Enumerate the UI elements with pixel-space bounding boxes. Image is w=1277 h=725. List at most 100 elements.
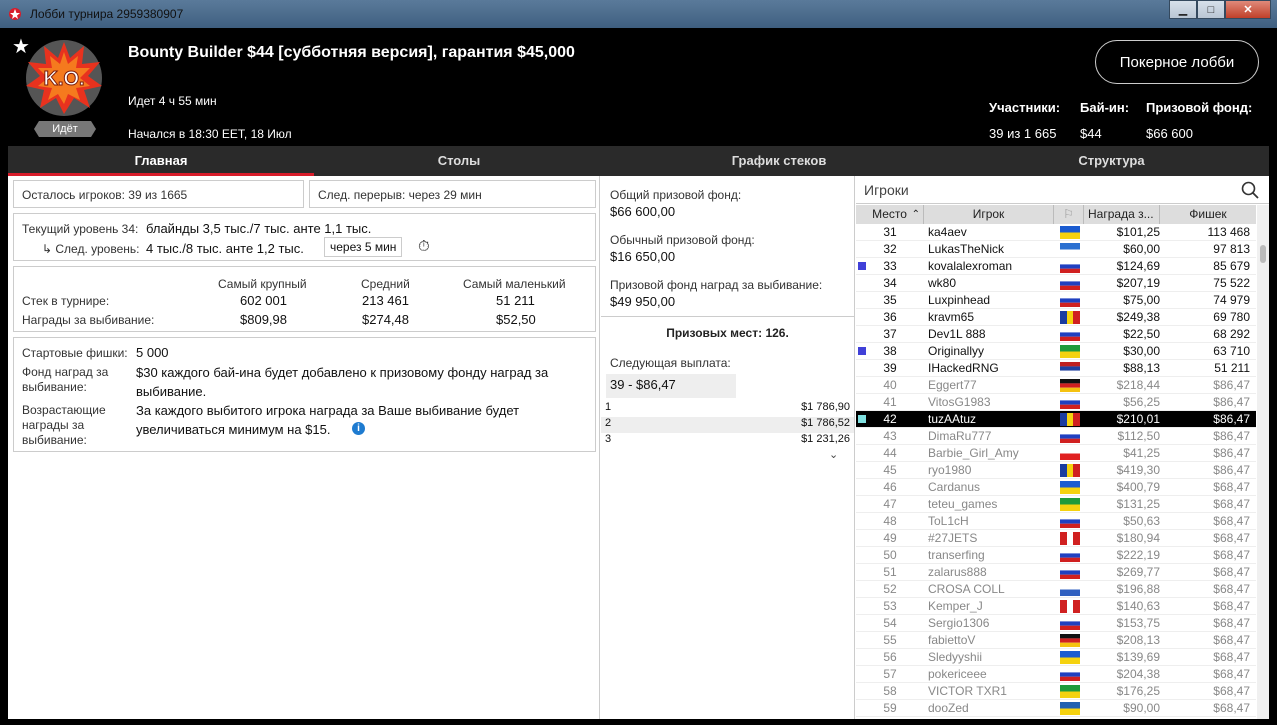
player-flag bbox=[1056, 394, 1086, 410]
player-name: Sergio1306 bbox=[928, 616, 990, 630]
minimize-button[interactable]: ▁ bbox=[1169, 0, 1197, 19]
payout-list: 1 $1 786,90 2 $1 786,52 3 $1 231,26 bbox=[601, 401, 854, 449]
player-chips: 85 679 bbox=[1213, 259, 1250, 273]
player-row[interactable]: 31 ka4aev $101,25 113 468 bbox=[856, 224, 1256, 241]
marker-cell bbox=[856, 292, 866, 308]
player-row[interactable]: 39 IHackedRNG $88,13 51 211 bbox=[856, 360, 1256, 377]
close-button[interactable]: ✕ bbox=[1225, 0, 1271, 19]
flag-column-icon[interactable]: ⚐ bbox=[1054, 205, 1084, 224]
player-bounty: $222,19 bbox=[1116, 548, 1160, 562]
marker-cell bbox=[856, 428, 866, 444]
col-player[interactable]: Игрок bbox=[924, 205, 1054, 224]
player-marker-icon bbox=[858, 262, 866, 270]
flag-gr-icon bbox=[1060, 243, 1080, 256]
player-place: 37 bbox=[883, 327, 897, 341]
player-place: 41 bbox=[883, 395, 897, 409]
payout-row: 2 $1 786,52 bbox=[601, 417, 854, 433]
player-row[interactable]: 41 VitosG1983 $56,25 $86,47 bbox=[856, 394, 1256, 411]
player-row[interactable]: 54 Sergio1306 $153,75 $68,47 bbox=[856, 615, 1256, 632]
player-flag bbox=[1056, 615, 1086, 631]
player-bounty: $124,69 bbox=[1116, 259, 1160, 273]
paid-places: Призовых мест: 126. bbox=[666, 326, 789, 340]
player-row[interactable]: 48 ToL1cH $50,63 $68,47 bbox=[856, 513, 1256, 530]
player-chips: $68,47 bbox=[1213, 616, 1250, 630]
player-name: VICTOR TXR1 bbox=[928, 684, 1007, 698]
player-flag bbox=[1056, 275, 1086, 291]
player-row-selected[interactable]: 42 tuzAAtuz $210,01 $86,47 bbox=[856, 411, 1256, 428]
player-row[interactable]: 46 Cardanus $400,79 $68,47 bbox=[856, 479, 1256, 496]
player-name: VitosG1983 bbox=[928, 395, 991, 409]
stack-largest: 602 001 bbox=[240, 293, 287, 308]
player-chips: 68 292 bbox=[1213, 327, 1250, 341]
player-chips: $68,47 bbox=[1213, 531, 1250, 545]
player-row[interactable]: 40 Eggert77 $218,44 $86,47 bbox=[856, 377, 1256, 394]
flag-ro-icon bbox=[1060, 311, 1080, 324]
marker-cell bbox=[856, 598, 866, 614]
player-flag bbox=[1056, 258, 1086, 274]
progressive-label: Возрастающие награды за выбивание: bbox=[22, 403, 106, 447]
player-row[interactable]: 47 teteu_games $131,25 $68,47 bbox=[856, 496, 1256, 513]
player-flag bbox=[1056, 445, 1086, 461]
player-row[interactable]: 56 Sledyyshii $139,69 $68,47 bbox=[856, 649, 1256, 666]
player-row[interactable]: 33 kovalalexroman $124,69 85 679 bbox=[856, 258, 1256, 275]
player-row[interactable]: 34 wk80 $207,19 75 522 bbox=[856, 275, 1256, 292]
window-title-bar[interactable]: Лобби турнира 2959380907 ▁ □ ✕ bbox=[0, 0, 1277, 28]
player-bounty: $180,94 bbox=[1116, 531, 1160, 545]
tab-tables[interactable]: Столы bbox=[314, 146, 604, 176]
flag-de-icon bbox=[1060, 634, 1080, 647]
player-row[interactable]: 43 DimaRu777 $112,50 $86,47 bbox=[856, 428, 1256, 445]
player-chips: $68,47 bbox=[1213, 548, 1250, 562]
player-chips: $86,47 bbox=[1213, 412, 1250, 426]
player-row[interactable]: 58 VICTOR TXR1 $176,25 $68,47 bbox=[856, 683, 1256, 700]
total-prize-value: $66 600,00 bbox=[610, 204, 676, 219]
player-place: 46 bbox=[883, 480, 897, 494]
chevron-down-icon[interactable]: ⌄ bbox=[829, 448, 838, 461]
player-bounty: $176,25 bbox=[1116, 684, 1160, 698]
marker-cell bbox=[856, 241, 866, 257]
players-scrollbar[interactable] bbox=[1257, 205, 1269, 719]
col-prize[interactable]: Награда з... bbox=[1084, 205, 1160, 224]
tab-main[interactable]: Главная bbox=[8, 146, 314, 176]
player-row[interactable]: 44 Barbie_Girl_Amy $41,25 $86,47 bbox=[856, 445, 1256, 462]
maximize-button[interactable]: □ bbox=[1197, 0, 1225, 19]
player-name: Barbie_Girl_Amy bbox=[928, 446, 1019, 460]
player-row[interactable]: 53 Kemper_J $140,63 $68,47 bbox=[856, 598, 1256, 615]
scrollbar-thumb[interactable] bbox=[1260, 245, 1266, 263]
tab-structure[interactable]: Структура bbox=[954, 146, 1269, 176]
player-row[interactable]: 50 transerfing $222,19 $68,47 bbox=[856, 547, 1256, 564]
player-bounty: $88,13 bbox=[1123, 361, 1160, 375]
player-row[interactable]: 37 Dev1L 888 $22,50 68 292 bbox=[856, 326, 1256, 343]
col-chips[interactable]: Фишек bbox=[1160, 205, 1256, 224]
poker-lobby-button[interactable]: Покерное лобби bbox=[1095, 40, 1259, 84]
player-row[interactable]: 57 pokericeee $204,38 $68,47 bbox=[856, 666, 1256, 683]
bounty-fund-value: $30 каждого бай-ина будет добавлено к пр… bbox=[136, 365, 549, 399]
player-chips: $68,47 bbox=[1213, 650, 1250, 664]
participants-label: Участники: bbox=[989, 100, 1061, 115]
player-row[interactable]: 45 ryo1980 $419,30 $86,47 bbox=[856, 462, 1256, 479]
next-payout-value: 39 - $86,47 bbox=[606, 374, 736, 398]
search-icon[interactable] bbox=[1241, 181, 1259, 199]
flag-ru-icon bbox=[1060, 668, 1080, 681]
player-row[interactable]: 59 dooZed $90,00 $68,47 bbox=[856, 700, 1256, 717]
info-icon[interactable]: i bbox=[352, 422, 365, 435]
col-place[interactable]: Место ⌃ bbox=[856, 205, 924, 224]
players-left-box: Осталось игроков: 39 из 1665 bbox=[13, 180, 304, 208]
player-flag bbox=[1056, 411, 1086, 427]
player-bounty: $196,88 bbox=[1116, 582, 1160, 596]
current-level-value: блайнды 3,5 тыс./7 тыс. анте 1,1 тыс. bbox=[146, 221, 372, 236]
player-row[interactable]: 32 LukasTheNick $60,00 97 813 bbox=[856, 241, 1256, 258]
player-name: #27JETS bbox=[928, 531, 978, 545]
player-row[interactable]: 35 Luxpinhead $75,00 74 979 bbox=[856, 292, 1256, 309]
player-row[interactable]: 55 fabiettoV $208,13 $68,47 bbox=[856, 632, 1256, 649]
player-row[interactable]: 49 #27JETS $180,94 $68,47 bbox=[856, 530, 1256, 547]
tab-stack-chart[interactable]: График стеков bbox=[604, 146, 954, 176]
player-row[interactable]: 38 Originallyy $30,00 63 710 bbox=[856, 343, 1256, 360]
player-row[interactable]: 51 zalarus888 $269,77 $68,47 bbox=[856, 564, 1256, 581]
player-row[interactable]: 52 CROSA COLL $196,88 $68,47 bbox=[856, 581, 1256, 598]
player-bounty: $210,01 bbox=[1116, 412, 1160, 426]
player-name: tuzAAtuz bbox=[928, 412, 977, 426]
player-row[interactable]: 36 kravm65 $249,38 69 780 bbox=[856, 309, 1256, 326]
tournament-header: ★ K.O. Идёт Bounty Builder $44 [субботня… bbox=[8, 28, 1269, 146]
bounty-prize-value: $49 950,00 bbox=[610, 294, 676, 309]
flag-ru-icon bbox=[1060, 549, 1080, 562]
